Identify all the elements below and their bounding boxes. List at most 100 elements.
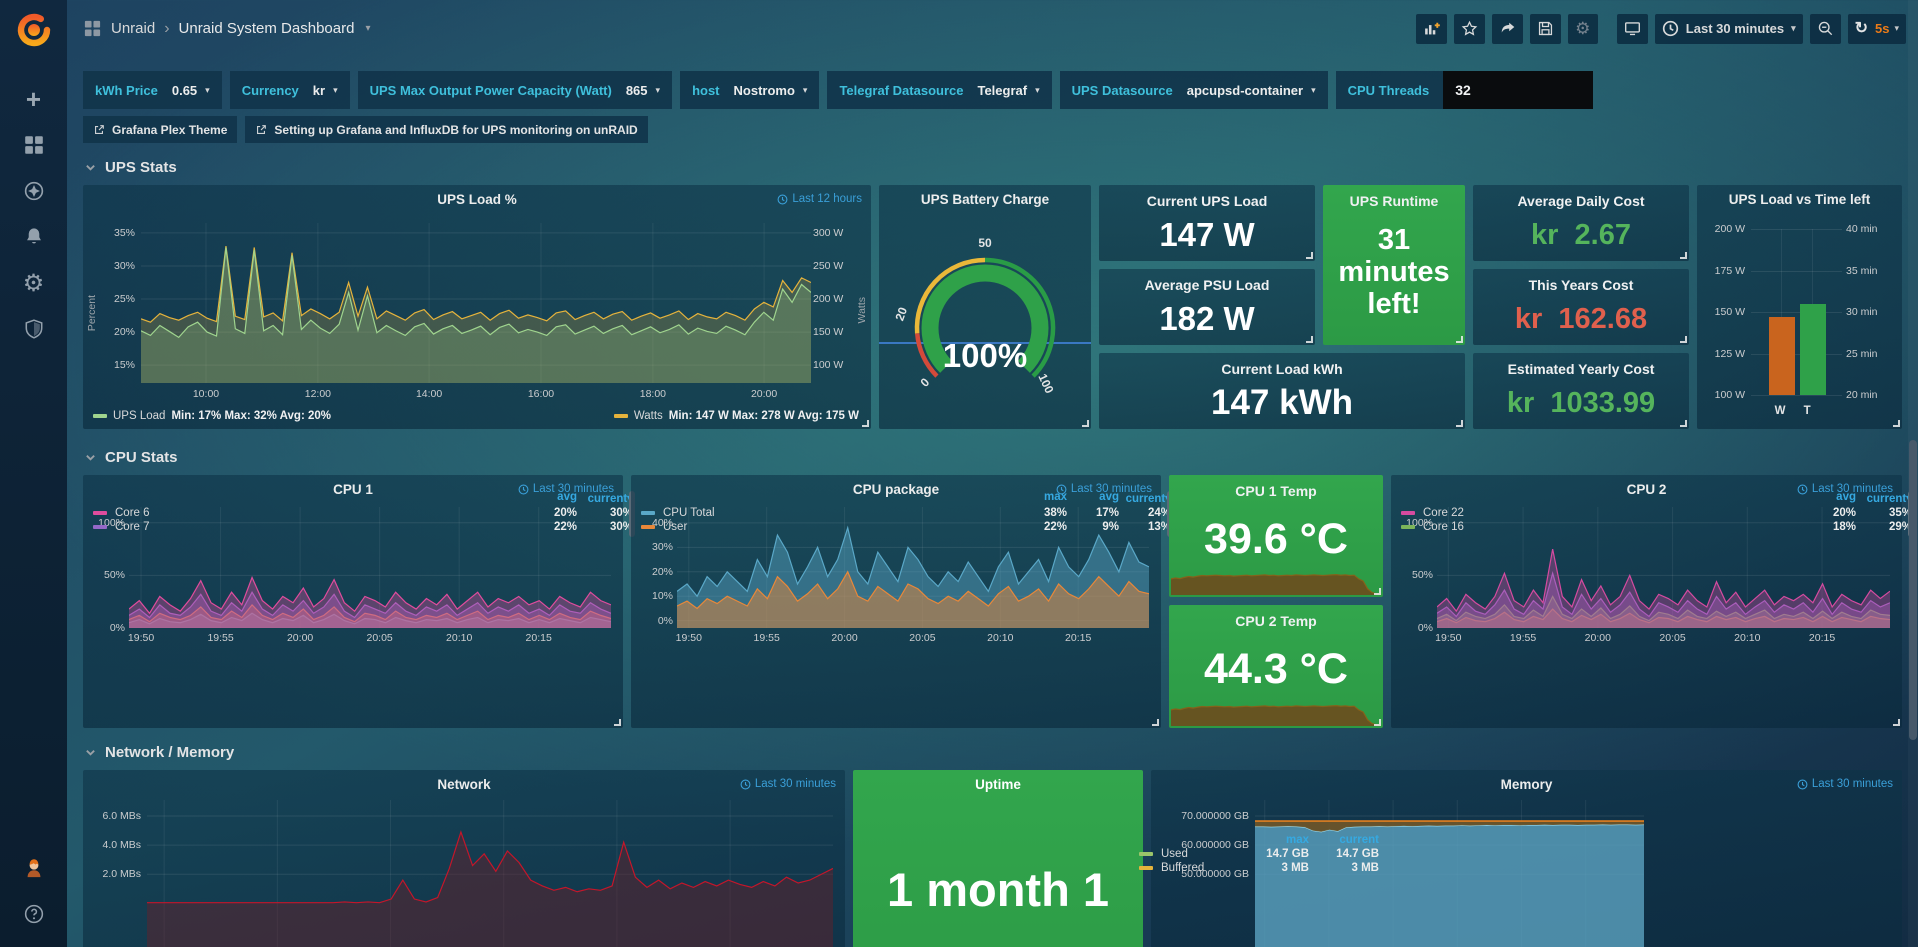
panel-time-range[interactable]: Last 12 hours bbox=[777, 193, 862, 205]
sidebar-item-create[interactable]: + bbox=[14, 76, 54, 122]
legend-sort-current[interactable]: current▾ bbox=[1856, 491, 1912, 505]
panel-resize-handle[interactable] bbox=[1306, 252, 1313, 259]
panel-resize-handle[interactable] bbox=[1680, 252, 1687, 259]
legend-sort-avg[interactable]: avg bbox=[1800, 491, 1856, 505]
sidebar-item-help[interactable] bbox=[14, 891, 54, 937]
clock-icon bbox=[777, 194, 788, 205]
legend-series-core-22[interactable]: Core 22 bbox=[1401, 507, 1800, 519]
section-header-cpu-stats[interactable]: CPU Stats bbox=[85, 449, 1902, 466]
legend-sort-avg[interactable]: avg bbox=[521, 491, 577, 505]
panel-time-range[interactable]: Last 30 minutes bbox=[1797, 778, 1893, 790]
panel-resize-handle[interactable] bbox=[1680, 420, 1687, 427]
panel-resize-handle[interactable] bbox=[614, 719, 621, 726]
y-tick-label: 175 W bbox=[1715, 265, 1745, 277]
panel-title[interactable]: UPS Battery Charge bbox=[879, 185, 1091, 207]
sidebar-item-alerting[interactable] bbox=[14, 214, 54, 260]
panel-resize-handle[interactable] bbox=[1893, 719, 1900, 726]
stat-title[interactable]: Current UPS Load bbox=[1147, 185, 1268, 209]
sidebar-item-configuration[interactable]: ⚙ bbox=[14, 260, 54, 306]
star-button[interactable] bbox=[1454, 14, 1485, 44]
panel-resize-handle[interactable] bbox=[862, 420, 869, 427]
dashboard-settings-button[interactable]: ⚙ bbox=[1568, 14, 1598, 44]
variable-ups-datasource[interactable]: UPS Datasourceapcupsd-container▾ bbox=[1060, 71, 1328, 109]
save-button[interactable] bbox=[1530, 14, 1561, 44]
stat-title[interactable]: UPS Runtime bbox=[1350, 185, 1439, 209]
page-title[interactable]: Unraid System Dashboard bbox=[179, 20, 355, 37]
variable-telegraf-datasource[interactable]: Telegraf DatasourceTelegraf▾ bbox=[827, 71, 1051, 109]
legend-sort-max[interactable]: max bbox=[1015, 491, 1067, 505]
breadcrumb-folder[interactable]: Unraid bbox=[111, 20, 155, 37]
panel-title[interactable]: Memory bbox=[1151, 770, 1902, 792]
add-panel-button[interactable] bbox=[1416, 14, 1447, 44]
section-header-network-memory[interactable]: Network / Memory bbox=[85, 744, 1902, 761]
variable-currency[interactable]: Currencykr▾ bbox=[230, 71, 350, 109]
panel-resize-handle[interactable] bbox=[1374, 719, 1381, 726]
title-caret-icon[interactable]: ▾ bbox=[365, 23, 370, 34]
grafana-logo[interactable] bbox=[14, 10, 54, 50]
section-header-ups-stats[interactable]: UPS Stats bbox=[85, 159, 1902, 176]
panel-ups-battery-charge: UPS Battery Charge 02050100 100% bbox=[879, 185, 1091, 429]
variable-host[interactable]: hostNostromo▾ bbox=[680, 71, 819, 109]
scrollbar-thumb[interactable] bbox=[1909, 440, 1917, 740]
legend-series-used[interactable]: Used bbox=[1139, 848, 1239, 860]
legend-series-name: Core 22 bbox=[1423, 507, 1464, 519]
legend-series-core-16[interactable]: Core 16 bbox=[1401, 521, 1800, 533]
stat-title[interactable]: Average PSU Load bbox=[1145, 269, 1270, 293]
sidebar-item-server-admin[interactable] bbox=[14, 306, 54, 352]
panel-resize-handle[interactable] bbox=[1306, 336, 1313, 343]
variable-input-cpu-threads[interactable] bbox=[1443, 71, 1593, 109]
network-plot[interactable] bbox=[147, 800, 833, 947]
zoom-out-button[interactable] bbox=[1810, 14, 1841, 44]
panel-resize-handle[interactable] bbox=[1893, 420, 1900, 427]
sidebar-item-dashboards[interactable] bbox=[14, 122, 54, 168]
sidebar-item-profile[interactable] bbox=[14, 845, 54, 891]
panel-title[interactable]: UPS Load vs Time left bbox=[1697, 185, 1902, 207]
dashboard-link-setting-up-grafana-and-influxd[interactable]: Setting up Grafana and InfluxDB for UPS … bbox=[245, 116, 647, 143]
share-button[interactable] bbox=[1492, 14, 1523, 44]
stat-title[interactable]: Current Load kWh bbox=[1221, 353, 1342, 377]
y-tick-label: 70.000000 GB bbox=[1181, 810, 1249, 822]
sidebar-item-explore[interactable] bbox=[14, 168, 54, 214]
variable-ups-max-output-power-capacity-watt[interactable]: UPS Max Output Power Capacity (Watt)865▾ bbox=[358, 71, 672, 109]
legend-series-watts[interactable]: WattsMin: 147 W Max: 278 W Avg: 175 W bbox=[614, 410, 859, 422]
gauge-tick-label: 100 bbox=[1035, 372, 1056, 396]
stat-title[interactable]: CPU 2 Temp bbox=[1235, 605, 1316, 629]
page-scrollbar[interactable] bbox=[1908, 0, 1918, 947]
refresh-interval-label[interactable]: 5s bbox=[1875, 21, 1889, 36]
stat-title[interactable]: CPU 1 Temp bbox=[1235, 475, 1316, 499]
variable-value: apcupsd-container bbox=[1187, 83, 1303, 98]
panel-resize-handle[interactable] bbox=[1456, 336, 1463, 343]
panel-resize-handle[interactable] bbox=[1082, 420, 1089, 427]
legend-series-user[interactable]: User bbox=[641, 521, 1015, 533]
variable-kwh-price[interactable]: kWh Price0.65▾ bbox=[83, 71, 222, 109]
variable-cpu-threads[interactable]: CPU Threads bbox=[1336, 71, 1594, 109]
legend-sort-current[interactable]: current▾ bbox=[577, 491, 633, 505]
legend-series-core-7[interactable]: Core 7 bbox=[93, 521, 521, 533]
stat-title[interactable]: This Years Cost bbox=[1529, 269, 1634, 293]
refresh-button[interactable]: ↻ 5s ▾ bbox=[1848, 14, 1906, 44]
legend-series-core-6[interactable]: Core 6 bbox=[93, 507, 521, 519]
legend-series-cpu-total[interactable]: CPU Total bbox=[641, 507, 1015, 519]
panel-resize-handle[interactable] bbox=[1680, 336, 1687, 343]
legend-series-ups-load[interactable]: UPS LoadMin: 17% Max: 32% Avg: 20% bbox=[93, 410, 331, 422]
panel-resize-handle[interactable] bbox=[1374, 588, 1381, 595]
stat-title[interactable]: Estimated Yearly Cost bbox=[1508, 353, 1655, 377]
panel-time-range[interactable]: Last 30 minutes bbox=[740, 778, 836, 790]
dashboard-link-grafana-plex-theme[interactable]: Grafana Plex Theme bbox=[83, 116, 237, 143]
variable-value: 865 bbox=[626, 83, 648, 98]
time-range-button[interactable]: Last 30 minutes ▾ bbox=[1655, 14, 1803, 44]
panel-title[interactable]: Network bbox=[83, 770, 845, 792]
panel-title[interactable]: UPS Load % bbox=[83, 185, 871, 207]
panel-title[interactable]: Uptime bbox=[853, 770, 1143, 792]
cycle-view-button[interactable] bbox=[1617, 14, 1648, 44]
panel-resize-handle[interactable] bbox=[1152, 719, 1159, 726]
legend-series-buffered[interactable]: Buffered bbox=[1139, 862, 1239, 874]
bars-plot[interactable]: WT bbox=[1751, 229, 1842, 395]
legend-sort-avg[interactable]: avg bbox=[1067, 491, 1119, 505]
legend-sort-max[interactable]: max bbox=[1239, 834, 1309, 846]
legend-sort-current[interactable]: current▾ bbox=[1119, 491, 1171, 505]
legend-sort-current[interactable]: current bbox=[1309, 834, 1379, 846]
stat-title[interactable]: Average Daily Cost bbox=[1517, 185, 1644, 209]
panel-resize-handle[interactable] bbox=[1456, 420, 1463, 427]
ups-load-plot[interactable] bbox=[141, 223, 811, 383]
